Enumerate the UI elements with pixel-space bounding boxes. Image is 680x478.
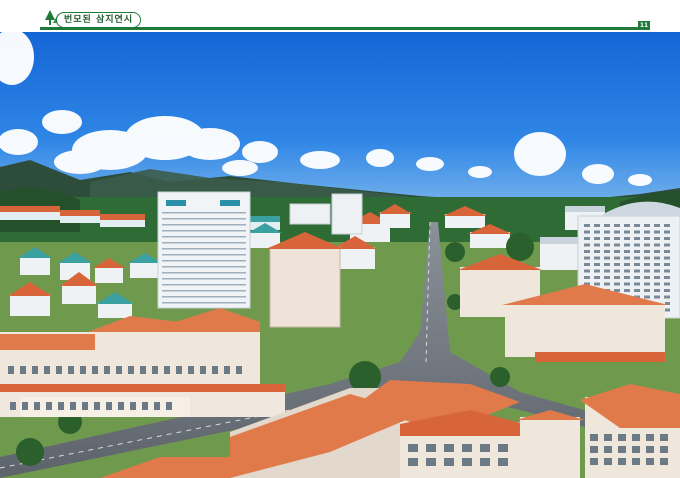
page-header: 번모된 삼지연시 11	[0, 0, 680, 32]
header-rule	[40, 27, 650, 30]
photo-illustration	[0, 32, 680, 478]
tower-mid	[331, 193, 363, 235]
town-aerial-photo	[0, 32, 680, 478]
page-title: 번모된 삼지연시	[56, 12, 142, 28]
page-number: 11	[638, 21, 650, 30]
